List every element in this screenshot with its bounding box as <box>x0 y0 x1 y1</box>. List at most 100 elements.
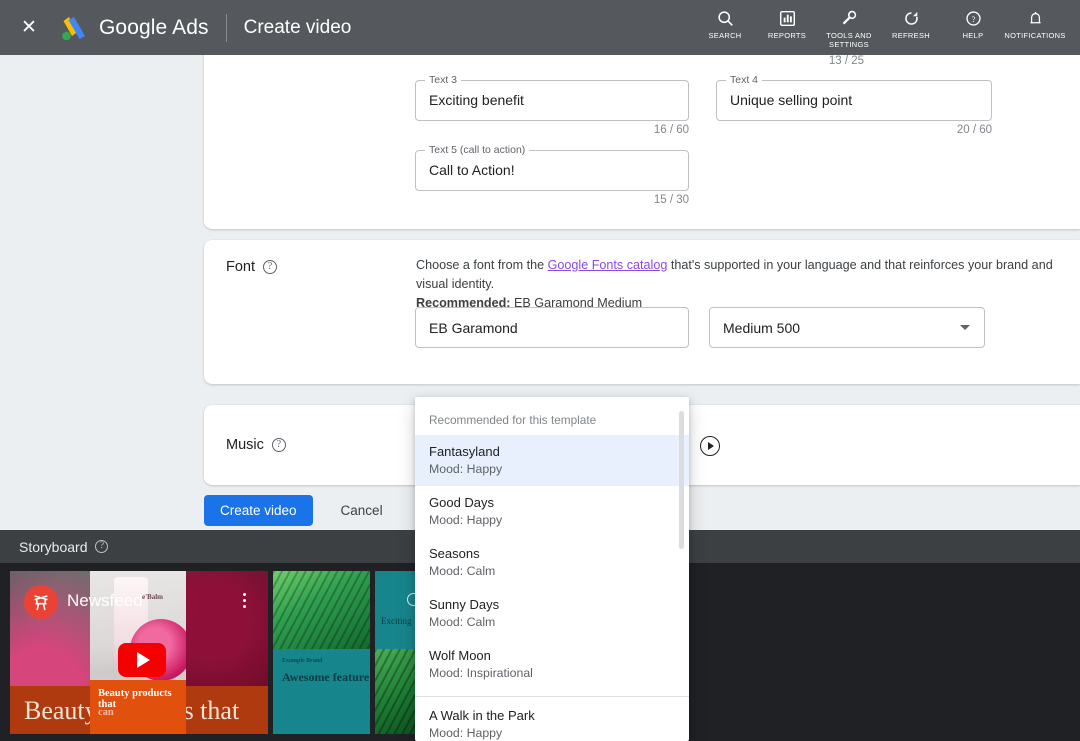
top-bar-actions: SEARCH REPORTS TOOLS AND SETTINGS REFRES… <box>694 0 1080 55</box>
page-title: Create video <box>243 16 352 38</box>
music-option-sunny-days[interactable]: Sunny Days Mood: Calm <box>415 588 689 639</box>
track-mood: Mood: Happy <box>429 513 503 527</box>
text5-legend: Text 5 (call to action) <box>425 144 530 156</box>
search-icon <box>717 7 734 29</box>
music-option-fantasyland[interactable]: Fantasyland Mood: Happy <box>415 435 689 486</box>
track-title: Fantasyland <box>429 444 500 459</box>
scene3-text: Exciting <box>381 616 412 626</box>
music-dropdown-header: Recommended for this template <box>429 413 597 427</box>
text5-field[interactable]: Text 5 (call to action) Call to Action! <box>415 144 689 191</box>
scene2-text-panel: Example Brand Awesome feature <box>273 649 370 734</box>
music-option-good-days[interactable]: Good Days Mood: Happy <box>415 486 689 537</box>
scene1-card-brand: e'Balm <box>142 593 163 601</box>
music-option-a-walk-in-the-park[interactable]: A Walk in the Park Mood: Happy <box>415 699 689 741</box>
storyboard-title: Storyboard <box>19 538 88 555</box>
track-title: A Walk in the Park <box>429 708 535 723</box>
director-chair-icon <box>24 585 58 619</box>
help-icon: ? <box>965 7 982 29</box>
reports-label: REPORTS <box>767 31 807 40</box>
tools-and-settings-button[interactable]: TOOLS AND SETTINGS <box>818 7 880 49</box>
close-icon[interactable]: ✕ <box>16 15 42 41</box>
music-track-dropdown[interactable]: Recommended for this template Fantasylan… <box>415 397 689 741</box>
scene1-caption-line2: can <box>98 707 114 718</box>
text3-legend: Text 3 <box>425 74 462 86</box>
font-family-input[interactable]: EB Garamond <box>415 307 689 348</box>
font-weight-select[interactable]: Medium 500 <box>709 307 985 348</box>
svg-text:?: ? <box>971 13 975 23</box>
notifications-button[interactable]: NOTIFICATIONS <box>1004 7 1066 40</box>
text3-field[interactable]: Text 3 Exciting benefit <box>415 74 689 121</box>
help-button[interactable]: ? HELP <box>942 7 1004 40</box>
track-mood: Mood: Calm <box>429 615 496 629</box>
cancel-button[interactable]: Cancel <box>327 495 397 526</box>
text5-char-counter: 15 / 30 <box>653 194 689 206</box>
font-label-text: Font <box>226 259 256 275</box>
track-mood: Mood: Happy <box>429 726 503 740</box>
brand-google: Google <box>99 15 168 39</box>
music-section-label: Music ? <box>226 437 286 453</box>
font-family-value: EB Garamond <box>429 319 518 336</box>
text2-char-counter: 15 / 90 <box>1034 55 1080 67</box>
font-description: Choose a font from the Google Fonts cata… <box>416 256 1056 313</box>
brand-name: Google Ads <box>99 16 209 40</box>
track-mood: Mood: Inspirational <box>429 666 533 680</box>
reports-icon <box>779 7 796 29</box>
reports-button[interactable]: REPORTS <box>756 7 818 40</box>
track-title: Sunny Days <box>429 597 500 612</box>
bell-icon <box>1027 7 1044 29</box>
track-title: Seasons <box>429 546 480 561</box>
track-mood: Mood: Happy <box>429 462 503 476</box>
music-play-button[interactable] <box>700 436 720 456</box>
notifications-label: NOTIFICATIONS <box>1004 31 1066 40</box>
text4-field[interactable]: Text 4 Unique selling point <box>716 74 992 121</box>
search-button[interactable]: SEARCH <box>694 7 756 40</box>
google-ads-logo-icon <box>60 15 90 41</box>
font-settings-card: Font ? Choose a font from the Google Fon… <box>204 240 1080 384</box>
brand-ads: Ads <box>172 15 209 39</box>
music-dropdown-divider <box>415 696 689 697</box>
scene1-more-options-icon[interactable] <box>243 593 246 608</box>
youtube-play-icon[interactable] <box>118 643 166 677</box>
refresh-button[interactable]: REFRESH <box>880 7 942 40</box>
create-video-page: ✕ Google Ads Create video SEARCH REPORTS… <box>0 0 1080 741</box>
chevron-down-icon <box>960 325 970 330</box>
scene1-card-caption: Beauty products that can <box>90 680 186 734</box>
text5-value: Call to Action! <box>429 162 515 178</box>
text4-char-counter: 20 / 60 <box>956 124 992 136</box>
scene2-headline: Awesome feature <box>282 670 370 684</box>
text1-char-counter: 13 / 25 <box>828 55 864 67</box>
form-actions: Create video Cancel <box>204 495 397 526</box>
play-triangle-icon <box>137 652 150 668</box>
scene2-brand: Example Brand <box>282 658 323 664</box>
music-dropdown-scrollbar[interactable] <box>679 411 684 549</box>
font-weight-value: Medium 500 <box>723 319 801 336</box>
text4-value: Unique selling point <box>730 92 853 108</box>
storyboard-scene-1[interactable]: Beauty products that e'Balm Beauty produ… <box>10 571 268 734</box>
music-option-seasons[interactable]: Seasons Mood: Calm <box>415 537 689 588</box>
music-label-text: Music <box>226 437 264 453</box>
tools-and-settings-label: TOOLS AND SETTINGS <box>826 31 872 49</box>
scene1-label: Newsfeed <box>67 591 143 610</box>
font-section-label: Font ? <box>226 259 278 275</box>
text4-legend: Text 4 <box>726 74 763 86</box>
text3-value: Exciting benefit <box>429 92 524 108</box>
header-divider <box>225 13 227 42</box>
google-fonts-catalog-link[interactable]: Google Fonts catalog <box>548 258 668 272</box>
refresh-icon <box>903 7 920 29</box>
track-title: Wolf Moon <box>429 648 491 663</box>
app-top-bar: ✕ Google Ads Create video SEARCH REPORTS… <box>0 0 1080 55</box>
refresh-label: REFRESH <box>892 31 930 40</box>
create-video-button[interactable]: Create video <box>204 495 313 526</box>
play-icon <box>708 442 714 450</box>
font-desc-before: Choose a font from the <box>416 258 548 272</box>
search-label: SEARCH <box>708 31 742 40</box>
help-icon[interactable]: ? <box>271 438 286 452</box>
track-title: Good Days <box>429 495 495 510</box>
help-icon[interactable]: ? <box>95 540 109 553</box>
music-option-wolf-moon[interactable]: Wolf Moon Mood: Inspirational <box>415 639 689 690</box>
track-mood: Mood: Calm <box>429 564 496 578</box>
help-icon[interactable]: ? <box>263 260 278 274</box>
storyboard-scene-2[interactable]: Example Brand Awesome feature <box>273 571 370 734</box>
help-label: HELP <box>962 31 984 40</box>
scene2-fern-image <box>273 571 370 649</box>
